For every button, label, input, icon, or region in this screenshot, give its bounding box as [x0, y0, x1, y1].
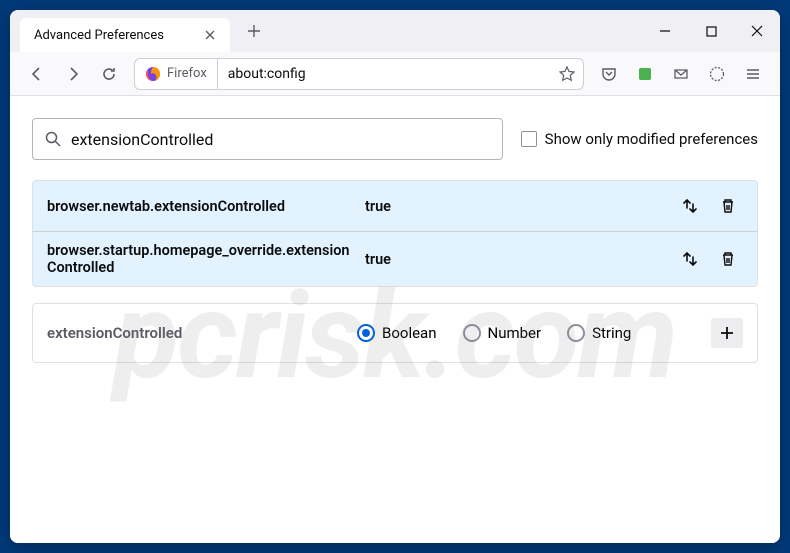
checkbox-icon — [521, 131, 537, 147]
pref-actions — [675, 191, 743, 221]
trash-icon[interactable] — [713, 191, 743, 221]
search-row: Show only modified preferences — [32, 118, 758, 160]
show-modified-checkbox[interactable]: Show only modified preferences — [521, 130, 758, 148]
account-icon[interactable] — [700, 57, 734, 91]
radio-string[interactable]: String — [567, 324, 631, 342]
type-radio-group: Boolean Number String — [357, 324, 711, 342]
radio-icon — [567, 324, 585, 342]
new-tab-button[interactable] — [240, 17, 268, 45]
nav-toolbar: Firefox about:config — [10, 52, 780, 96]
menu-button[interactable] — [736, 57, 770, 91]
identity-box[interactable]: Firefox — [135, 59, 218, 89]
radio-icon — [357, 324, 375, 342]
pref-name: browser.startup.homepage_override.extens… — [47, 242, 357, 276]
toggle-icon[interactable] — [675, 244, 705, 274]
forward-button[interactable] — [56, 57, 90, 91]
new-pref-row: extensionControlled Boolean Number Strin… — [32, 303, 758, 363]
radio-icon — [463, 324, 481, 342]
trash-icon[interactable] — [713, 244, 743, 274]
radio-label: Boolean — [382, 324, 437, 342]
search-input[interactable] — [71, 130, 490, 149]
pocket-icon[interactable] — [592, 57, 626, 91]
search-icon — [45, 131, 61, 147]
search-box[interactable] — [32, 118, 503, 160]
tab-title: Advanced Preferences — [34, 28, 200, 43]
new-pref-name: extensionControlled — [47, 324, 357, 342]
add-button[interactable] — [711, 318, 743, 348]
firefox-logo-icon — [145, 66, 161, 82]
mail-icon[interactable] — [664, 57, 698, 91]
radio-number[interactable]: Number — [463, 324, 542, 342]
radio-label: String — [592, 324, 631, 342]
toggle-icon[interactable] — [675, 191, 705, 221]
titlebar: Advanced Preferences — [10, 10, 780, 52]
url-text: about:config — [218, 66, 551, 82]
extension-icon[interactable] — [628, 57, 662, 91]
pref-actions — [675, 244, 743, 274]
identity-label: Firefox — [167, 66, 207, 81]
minimize-button[interactable] — [642, 10, 688, 52]
bookmark-star-icon[interactable] — [551, 58, 583, 90]
back-button[interactable] — [20, 57, 54, 91]
radio-boolean[interactable]: Boolean — [357, 324, 437, 342]
maximize-button[interactable] — [688, 10, 734, 52]
table-row: browser.startup.homepage_override.extens… — [33, 231, 757, 286]
radio-label: Number — [488, 324, 542, 342]
browser-window: Advanced Preferences Firefox about:confi… — [10, 10, 780, 543]
pref-name: browser.newtab.extensionControlled — [47, 198, 357, 215]
preferences-table: browser.newtab.extensionControlled true … — [32, 180, 758, 287]
pref-value: true — [357, 251, 675, 268]
window-close-button[interactable] — [734, 10, 780, 52]
reload-button[interactable] — [92, 57, 126, 91]
checkbox-label: Show only modified preferences — [545, 130, 758, 148]
pref-value: true — [357, 198, 675, 215]
tab-active[interactable]: Advanced Preferences — [20, 18, 230, 52]
about-config-content: pcrisk.com Show only modified preference… — [10, 96, 780, 543]
table-row: browser.newtab.extensionControlled true — [33, 181, 757, 231]
url-bar[interactable]: Firefox about:config — [134, 58, 584, 90]
tab-close-icon[interactable] — [200, 25, 220, 45]
window-controls — [642, 10, 780, 52]
